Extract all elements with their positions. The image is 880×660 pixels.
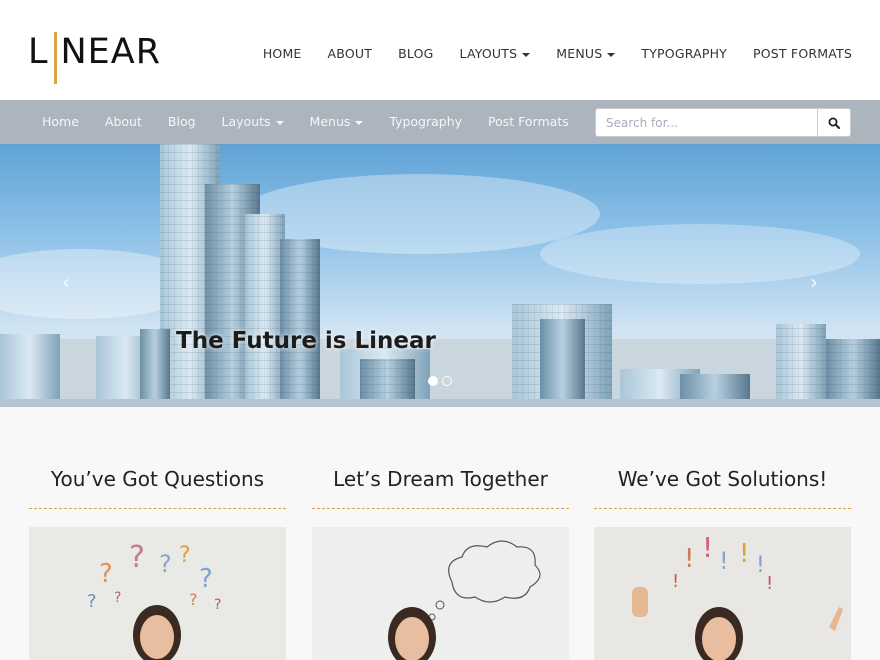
woman-questions-image: ? ? ? ? ? ? ? ? ? xyxy=(29,527,286,660)
svg-text:!: ! xyxy=(672,571,679,592)
subnav-item-post-formats[interactable]: Post Formats xyxy=(488,114,569,129)
nav-item-label: BLOG xyxy=(398,46,434,61)
svg-text:?: ? xyxy=(87,591,97,612)
search-icon xyxy=(828,117,840,129)
svg-text:!: ! xyxy=(766,573,773,594)
subnav-item-home[interactable]: Home xyxy=(42,114,79,129)
search-button[interactable] xyxy=(817,108,851,137)
subnav-item-label: Blog xyxy=(167,114,196,129)
svg-text:?: ? xyxy=(179,543,191,568)
logo-text-left: L xyxy=(28,32,49,72)
svg-text:?: ? xyxy=(189,590,198,609)
secondary-nav-links: Home About Blog Layouts Menus Typography… xyxy=(42,114,569,129)
subnav-item-label: Typography xyxy=(389,114,463,129)
svg-text:!: ! xyxy=(702,531,713,564)
nav-item-typography[interactable]: TYPOGRAPHY xyxy=(641,46,727,61)
feature-image-dream[interactable] xyxy=(312,527,569,660)
subnav-item-about[interactable]: About xyxy=(105,114,142,129)
search-form xyxy=(595,108,851,137)
nav-item-post-formats[interactable]: POST FORMATS xyxy=(753,46,852,61)
nav-item-label: LAYOUTS xyxy=(459,46,518,61)
caret-down-icon xyxy=(607,52,616,57)
nav-item-label: HOME xyxy=(262,46,302,61)
feature-image-questions[interactable]: ? ? ? ? ? ? ? ? ? xyxy=(29,527,286,660)
hero-slider: ‹ › The Future is Linear xyxy=(0,144,880,407)
nav-item-menus[interactable]: MENUS xyxy=(556,46,616,61)
nav-item-layouts[interactable]: LAYOUTS xyxy=(460,46,531,61)
logo-text-right: NEAR xyxy=(60,32,162,72)
feature-title: You’ve Got Questions xyxy=(50,467,265,491)
svg-text:?: ? xyxy=(159,550,172,578)
hero-caption: The Future is Linear xyxy=(176,328,436,354)
woman-thought-cloud-image xyxy=(312,527,569,660)
svg-text:!: ! xyxy=(756,553,765,578)
subnav-item-layouts[interactable]: Layouts xyxy=(222,114,284,129)
feature-title: We’ve Got Solutions! xyxy=(617,467,828,491)
subnav-item-label: About xyxy=(104,114,142,129)
svg-text:?: ? xyxy=(114,590,121,606)
feature-divider xyxy=(312,508,569,509)
feature-image-solutions[interactable]: ! ! ! ! ! ! ! xyxy=(594,527,851,660)
logo-accent-bar xyxy=(53,32,57,84)
subnav-item-typography[interactable]: Typography xyxy=(389,114,462,129)
slider-indicators xyxy=(428,376,452,386)
feature-divider xyxy=(29,508,286,509)
nav-item-label: ABOUT xyxy=(327,46,373,61)
svg-text:?: ? xyxy=(99,559,113,589)
nav-item-label: POST FORMATS xyxy=(753,46,852,61)
nav-item-blog[interactable]: BLOG xyxy=(398,46,433,61)
hero-cityscape-image xyxy=(0,144,880,407)
slider-prev-arrow-icon[interactable]: ‹ xyxy=(62,270,70,294)
caret-down-icon xyxy=(522,52,531,57)
nav-item-label: TYPOGRAPHY xyxy=(641,46,728,61)
nav-item-about[interactable]: ABOUT xyxy=(328,46,373,61)
site-header: L NEAR HOME ABOUT BLOG LAYOUTS MENUS TYP… xyxy=(0,0,880,100)
slider-next-arrow-icon[interactable]: › xyxy=(810,270,818,294)
subnav-item-label: Menus xyxy=(309,114,351,129)
svg-text:?: ? xyxy=(129,540,145,575)
nav-item-label: MENUS xyxy=(556,46,603,61)
subnav-item-label: Home xyxy=(42,114,79,129)
subnav-item-label: Layouts xyxy=(221,114,271,129)
main-nav: HOME ABOUT BLOG LAYOUTS MENUS TYPOGRAPHY… xyxy=(263,46,852,61)
svg-text:?: ? xyxy=(214,597,221,613)
svg-text:!: ! xyxy=(684,544,694,574)
caret-down-icon xyxy=(275,120,284,125)
subnav-item-label: Post Formats xyxy=(488,114,569,129)
nav-item-home[interactable]: HOME xyxy=(263,46,302,61)
slider-dot-1[interactable] xyxy=(428,376,438,386)
caret-down-icon xyxy=(355,120,364,125)
woman-exclamations-image: ! ! ! ! ! ! ! xyxy=(594,527,851,660)
site-logo[interactable]: L NEAR xyxy=(28,32,161,84)
svg-text:!: ! xyxy=(739,539,749,569)
feature-divider xyxy=(594,508,851,509)
features-section: You’ve Got Questions ? ? ? ? ? ? ? ? ? L… xyxy=(0,407,880,660)
svg-text:!: ! xyxy=(719,547,729,575)
svg-text:?: ? xyxy=(199,564,213,594)
subnav-item-menus[interactable]: Menus xyxy=(310,114,364,129)
search-input[interactable] xyxy=(595,108,817,137)
feature-title: Let’s Dream Together xyxy=(333,467,548,491)
slider-dot-2[interactable] xyxy=(442,376,452,386)
subnav-item-blog[interactable]: Blog xyxy=(168,114,196,129)
